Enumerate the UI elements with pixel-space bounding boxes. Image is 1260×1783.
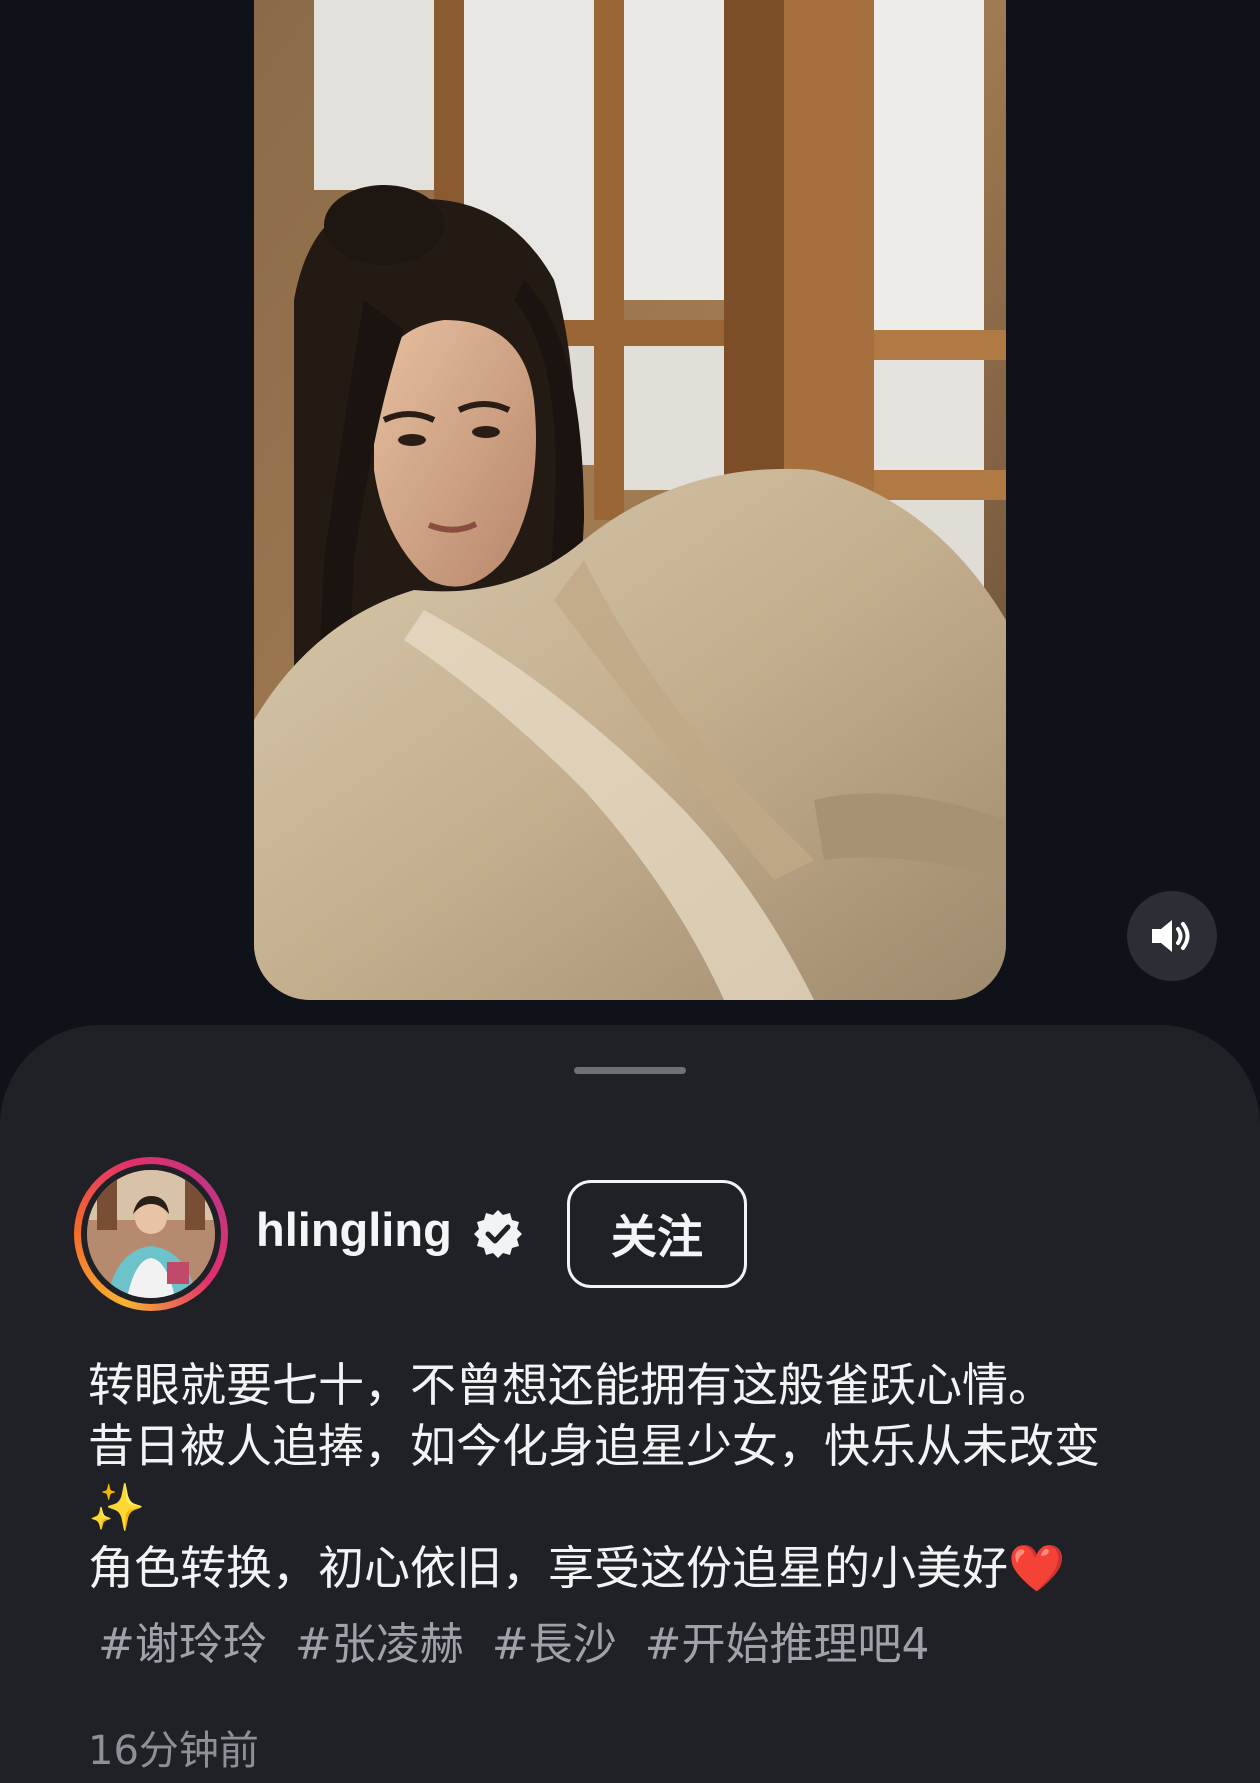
volume-button[interactable] <box>1127 891 1217 981</box>
hashtag-list: #谢玲玲 #张凌赫 #長沙 #开始推理吧4 <box>98 1615 944 1675</box>
hashtag-link[interactable]: #开始推理吧4 <box>645 1619 930 1670</box>
verified-badge-icon <box>474 1210 522 1258</box>
post-details-sheet: hlingling 关注 转眼就要七十，不曾想还能拥有这般雀跃心情。 昔日被人追… <box>0 1025 1260 1783</box>
caption-line: 角色转换，初心依旧，享受这份追星的小美好❤️ <box>88 1541 1066 1595</box>
avatar <box>87 1170 215 1298</box>
story-avatar[interactable] <box>74 1157 228 1311</box>
drag-handle[interactable] <box>574 1067 686 1074</box>
caption-line: 昔日被人追捧，如今化身追星少女，快乐从未改变 <box>88 1419 1100 1473</box>
hashtag-link[interactable]: #谢玲玲 <box>98 1619 267 1670</box>
caption-line: 转眼就要七十，不曾想还能拥有这般雀跃心情。 <box>88 1358 1054 1412</box>
follow-button[interactable]: 关注 <box>567 1180 747 1288</box>
caption-line: ✨ <box>88 1480 146 1534</box>
speaker-volume-icon <box>1152 920 1190 952</box>
username[interactable]: hlingling <box>256 1200 452 1260</box>
hashtag-link[interactable]: #長沙 <box>492 1619 617 1670</box>
media-viewer <box>0 0 1260 1030</box>
post-caption: 转眼就要七十，不曾想还能拥有这般雀跃心情。 昔日被人追捧，如今化身追星少女，快乐… <box>88 1355 1198 1599</box>
post-photo[interactable] <box>254 0 1006 1000</box>
hashtag-link[interactable]: #张凌赫 <box>295 1619 464 1670</box>
post-timestamp: 16分钟前 <box>88 1728 259 1774</box>
